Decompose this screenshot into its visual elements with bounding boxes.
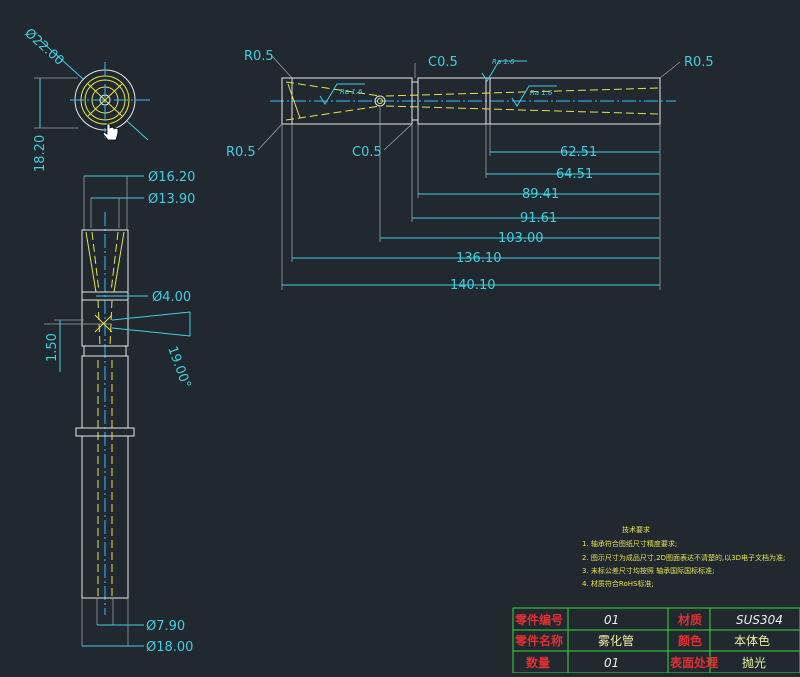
tb-surface: 抛光 xyxy=(742,655,766,670)
label-c05-bottom: C0.5 xyxy=(352,145,382,160)
dim-angle-19: 19.00° xyxy=(164,344,193,390)
tb-material: SUS304 xyxy=(736,613,783,627)
tb-qty: 01 xyxy=(604,656,619,670)
cad-drawing-canvas[interactable]: Ø22.00 18.20 Ø16.20 Ø13.90 Ø4.00 1.50 19… xyxy=(0,0,800,674)
tb-qty-label: 数量 xyxy=(526,655,550,670)
dim-d13-90: Ø13.90 xyxy=(148,192,195,207)
label-r05-top-left: R0.5 xyxy=(244,49,274,64)
label-r05-right: R0.5 xyxy=(684,55,714,70)
dim-d22: Ø22.00 xyxy=(21,26,66,69)
tb-part-no-label: 零件编号 xyxy=(514,612,563,627)
note-3: 3. 未标公差尺寸均按照 轴承国际国标标准; xyxy=(582,566,715,575)
dim-140-10: 140.10 xyxy=(450,278,496,293)
tb-material-label: 材质 xyxy=(677,612,702,627)
roughness-ra-1: Ra 1.6 xyxy=(340,88,363,96)
dim-d7-90: Ø7.90 xyxy=(146,619,185,634)
notes-title: 技术要求 xyxy=(622,525,650,534)
vertical-side-view xyxy=(44,175,191,647)
label-r05-bottom-left: R0.5 xyxy=(226,145,256,160)
roughness-ra-2: Ra 1.6 xyxy=(492,58,515,66)
dim-1-50: 1.50 xyxy=(45,333,60,362)
tb-part-no: 01 xyxy=(604,613,619,627)
tb-part-name-label: 零件名称 xyxy=(514,633,563,648)
dim-d4-00: Ø4.00 xyxy=(152,290,191,305)
note-4: 4. 材质符合RoHS标准; xyxy=(582,579,654,588)
dim-d18-00: Ø18.00 xyxy=(146,640,193,655)
tb-color: 本体色 xyxy=(734,634,770,648)
dim-62-51: 62.51 xyxy=(560,145,597,160)
note-1: 1. 轴承符合图纸尺寸精度要求; xyxy=(582,539,677,548)
tb-surface-label: 表面处理 xyxy=(669,655,718,670)
note-2: 2. 图示尺寸为成品尺寸,2D图面表达不清楚的,以3D电子文档为准; xyxy=(582,553,785,562)
dim-18-20: 18.20 xyxy=(33,135,48,172)
roughness-ra-3: Ra 1.6 xyxy=(530,89,553,97)
dim-d16-20: Ø16.20 xyxy=(148,170,195,185)
dim-91-61: 91.61 xyxy=(520,211,557,226)
tb-color-label: 颜色 xyxy=(678,633,702,648)
drawing-svg: Ø22.00 18.20 Ø16.20 Ø13.90 Ø4.00 1.50 19… xyxy=(21,26,800,674)
dim-103-00: 103.00 xyxy=(498,231,544,246)
dim-89-41: 89.41 xyxy=(522,187,559,202)
tb-part-name: 雾化管 xyxy=(598,633,634,648)
label-c05-top: C0.5 xyxy=(428,55,458,70)
dim-64-51: 64.51 xyxy=(556,167,593,182)
dim-136-10: 136.10 xyxy=(456,251,502,266)
